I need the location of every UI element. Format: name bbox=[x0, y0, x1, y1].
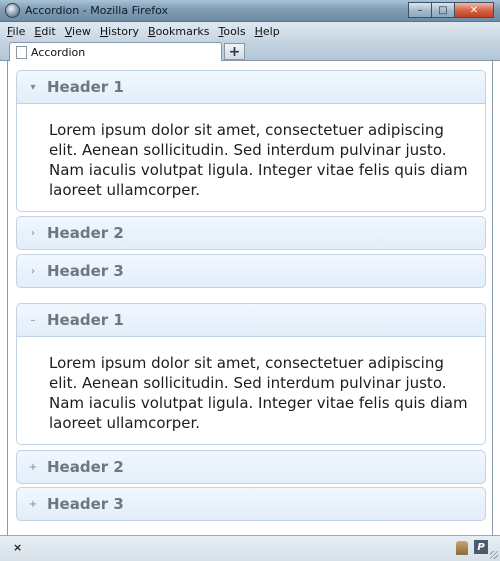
tab-strip: Accordion + bbox=[0, 40, 500, 62]
accordion1-header-2-title: Header 2 bbox=[47, 224, 124, 242]
window-title: Accordion - Mozilla Firefox bbox=[25, 4, 168, 17]
menu-bookmarks-accel: B bbox=[148, 24, 156, 38]
accordion2-header-1-title: Header 1 bbox=[47, 311, 124, 329]
accordion1-panel-1-text: Lorem ipsum dolor sit amet, consectetuer… bbox=[49, 121, 468, 199]
new-tab-button[interactable]: + bbox=[224, 43, 245, 60]
menu-view-rest: iew bbox=[72, 24, 91, 38]
minus-icon: – bbox=[30, 314, 36, 326]
accordion2-header-2[interactable]: + Header 2 bbox=[16, 450, 486, 484]
close-button[interactable]: ✕ bbox=[454, 2, 494, 18]
accordion2-header-1[interactable]: – Header 1 bbox=[16, 303, 486, 337]
triangle-right-icon: › bbox=[31, 227, 35, 239]
menu-edit-rest: dit bbox=[41, 24, 56, 38]
menu-help-rest: elp bbox=[262, 24, 280, 38]
plus-icon: + bbox=[28, 498, 38, 510]
accordion2-panel-1: Lorem ipsum dolor sit amet, consectetuer… bbox=[16, 337, 486, 445]
p-icon[interactable]: P bbox=[474, 540, 488, 554]
menu-help[interactable]: Help bbox=[255, 25, 280, 38]
menu-history-rest: istory bbox=[108, 24, 140, 38]
plus-icon: + bbox=[28, 461, 38, 473]
maximize-button[interactable]: □ bbox=[431, 2, 455, 18]
accordion1-panel-1: Lorem ipsum dolor sit amet, consectetuer… bbox=[16, 104, 486, 212]
menu-edit[interactable]: Edit bbox=[34, 25, 55, 38]
menu-file[interactable]: File bbox=[7, 25, 25, 38]
tab-accordion[interactable]: Accordion bbox=[9, 42, 222, 62]
window-controls: – □ ✕ bbox=[408, 2, 494, 18]
puzzle-icon[interactable] bbox=[456, 541, 468, 555]
menu-view-accel: V bbox=[64, 24, 73, 38]
menu-bookmarks[interactable]: Bookmarks bbox=[148, 25, 209, 38]
tab-label: Accordion bbox=[31, 46, 86, 59]
accordion1-header-1-title: Header 1 bbox=[47, 78, 124, 96]
triangle-right-icon: › bbox=[31, 265, 35, 277]
page-content: ▾ Header 1 Lorem ipsum dolor sit amet, c… bbox=[7, 61, 493, 535]
menu-bar: File Edit View History Bookmarks Tools H… bbox=[0, 22, 500, 40]
page-favicon-icon bbox=[16, 46, 27, 59]
menu-tools-rest: ools bbox=[223, 24, 246, 38]
menu-history[interactable]: History bbox=[100, 25, 139, 38]
menu-help-accel: H bbox=[254, 24, 263, 38]
menu-view[interactable]: View bbox=[65, 25, 91, 38]
menu-tools[interactable]: Tools bbox=[218, 25, 245, 38]
accordion1-header-2[interactable]: › Header 2 bbox=[16, 216, 486, 250]
accordion1-header-1[interactable]: ▾ Header 1 bbox=[16, 70, 486, 104]
accordion2-header-3[interactable]: + Header 3 bbox=[16, 487, 486, 521]
accordion2-panel-1-text: Lorem ipsum dolor sit amet, consectetuer… bbox=[49, 354, 468, 432]
triangle-down-icon: ▾ bbox=[30, 81, 36, 93]
accordion1-header-3-title: Header 3 bbox=[47, 262, 124, 280]
status-bar: × P bbox=[0, 535, 500, 561]
accordion1-header-3[interactable]: › Header 3 bbox=[16, 254, 486, 288]
menu-bookmarks-rest: ookmarks bbox=[155, 24, 210, 38]
accordion2-header-3-title: Header 3 bbox=[47, 495, 124, 513]
menu-history-accel: H bbox=[99, 24, 109, 38]
window-titlebar[interactable]: Accordion - Mozilla Firefox – □ ✕ bbox=[0, 0, 500, 22]
close-icon[interactable]: × bbox=[13, 541, 22, 554]
resize-grip-icon[interactable] bbox=[490, 551, 498, 559]
accordion2-header-2-title: Header 2 bbox=[47, 458, 124, 476]
menu-file-rest: ile bbox=[12, 24, 26, 38]
firefox-icon bbox=[5, 3, 20, 18]
minimize-button[interactable]: – bbox=[408, 2, 432, 18]
